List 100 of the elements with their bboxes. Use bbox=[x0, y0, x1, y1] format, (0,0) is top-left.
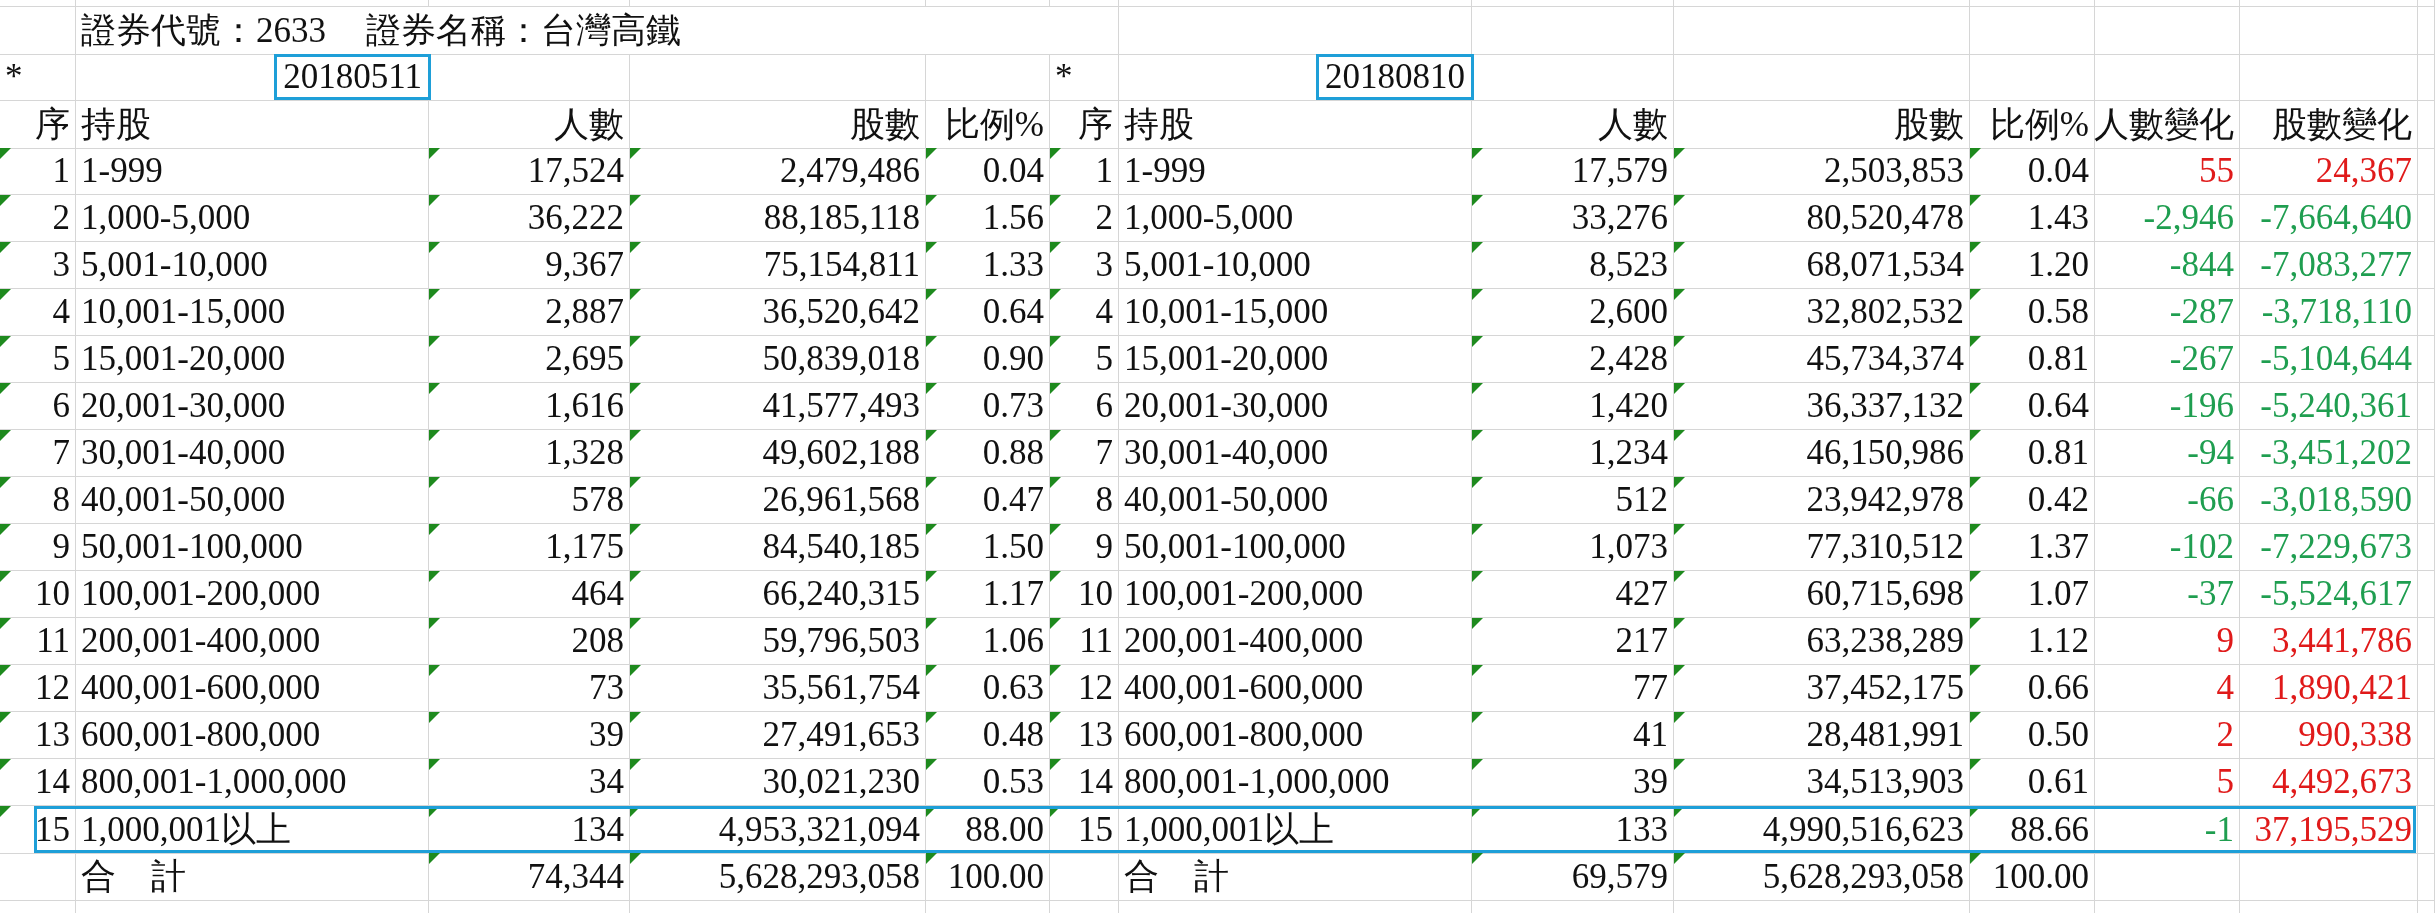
holding-range: 1,000,001以上 bbox=[81, 809, 291, 851]
holder-count: 217 bbox=[1615, 621, 1668, 661]
row-number: 15 bbox=[1078, 809, 1113, 850]
row-number: 11 bbox=[1079, 621, 1113, 661]
holder-count: 2,695 bbox=[545, 339, 624, 379]
holder-count: 39 bbox=[1633, 762, 1668, 802]
row-number: 14 bbox=[1078, 762, 1113, 802]
holding-range: 200,001-400,000 bbox=[1124, 621, 1364, 661]
percentage: 1.50 bbox=[982, 527, 1044, 567]
column-header: 序 bbox=[35, 104, 70, 146]
share-count: 36,520,642 bbox=[762, 292, 920, 332]
holder-count: 77 bbox=[1633, 668, 1668, 708]
holding-range: 200,001-400,000 bbox=[81, 621, 321, 661]
holding-range: 400,001-600,000 bbox=[81, 668, 321, 708]
share-count: 4,953,321,094 bbox=[718, 809, 920, 850]
holder-change: -844 bbox=[2169, 245, 2234, 285]
holder-count: 17,579 bbox=[1571, 151, 1668, 191]
row-number: 12 bbox=[1078, 668, 1113, 708]
share-count: 75,154,811 bbox=[763, 245, 920, 285]
column-header: 人數變化 bbox=[2094, 104, 2234, 146]
row-number: 5 bbox=[52, 339, 70, 379]
row-number: 11 bbox=[36, 621, 70, 661]
holding-range: 40,001-50,000 bbox=[1124, 480, 1329, 520]
stock-code: 證券代號：2633 bbox=[81, 10, 326, 52]
total-label: 合 計 bbox=[1124, 856, 1229, 898]
share-change: 37,195,529 bbox=[2254, 809, 2412, 850]
holder-count: 427 bbox=[1615, 574, 1668, 614]
share-count: 50,839,018 bbox=[762, 339, 920, 379]
holder-count: 2,887 bbox=[545, 292, 624, 332]
holder-count: 1,420 bbox=[1589, 386, 1668, 426]
column-header: 人數 bbox=[554, 104, 624, 146]
share-count: 41,577,493 bbox=[762, 386, 920, 426]
holding-range: 800,001-1,000,000 bbox=[81, 762, 347, 802]
percentage: 1.07 bbox=[2027, 574, 2089, 614]
holder-count: 1,175 bbox=[545, 527, 624, 567]
holder-count: 41 bbox=[1633, 715, 1668, 755]
percentage: 0.73 bbox=[982, 386, 1044, 426]
holder-count: 512 bbox=[1615, 480, 1668, 520]
row-number: 14 bbox=[35, 762, 70, 802]
share-count: 34,513,903 bbox=[1806, 762, 1964, 802]
holder-count: 1,073 bbox=[1589, 527, 1668, 567]
share-count: 5,628,293,058 bbox=[718, 856, 920, 897]
share-count: 27,491,653 bbox=[762, 715, 920, 755]
percentage: 0.64 bbox=[2027, 386, 2089, 426]
share-count: 5,628,293,058 bbox=[1762, 856, 1964, 897]
asterisk-marker: * bbox=[1055, 57, 1073, 97]
column-header: 股數 bbox=[1894, 104, 1964, 146]
share-count: 63,238,289 bbox=[1806, 621, 1964, 661]
share-count: 28,481,991 bbox=[1806, 715, 1964, 755]
holding-range: 40,001-50,000 bbox=[81, 480, 286, 520]
holder-count: 1,616 bbox=[545, 386, 624, 426]
row-number: 7 bbox=[52, 433, 70, 473]
share-change: 3,441,786 bbox=[2272, 621, 2412, 661]
holding-range: 400,001-600,000 bbox=[1124, 668, 1364, 708]
percentage: 100.00 bbox=[947, 856, 1044, 897]
share-count: 32,802,532 bbox=[1806, 292, 1964, 332]
holder-change: 5 bbox=[2216, 762, 2234, 802]
holder-count: 464 bbox=[571, 574, 624, 614]
percentage: 0.81 bbox=[2027, 339, 2089, 379]
percentage: 0.04 bbox=[2027, 151, 2089, 191]
row-number: 6 bbox=[1095, 386, 1113, 426]
share-change: 990,338 bbox=[2298, 715, 2412, 755]
holding-range: 30,001-40,000 bbox=[1124, 433, 1329, 473]
holder-count: 133 bbox=[1615, 809, 1668, 850]
holder-count: 33,276 bbox=[1571, 198, 1668, 238]
share-change: -5,104,644 bbox=[2260, 339, 2412, 379]
column-header: 持股 bbox=[1124, 104, 1194, 146]
holder-change: -1 bbox=[2204, 809, 2234, 850]
percentage: 1.37 bbox=[2027, 527, 2089, 567]
row-number: 3 bbox=[1095, 245, 1113, 285]
holding-range: 5,001-10,000 bbox=[81, 245, 268, 285]
share-count: 23,942,978 bbox=[1806, 480, 1964, 520]
row-number: 13 bbox=[35, 715, 70, 755]
percentage: 0.66 bbox=[2027, 668, 2089, 708]
holder-count: 74,344 bbox=[527, 856, 624, 897]
holder-change: -37 bbox=[2187, 574, 2234, 614]
row-number: 9 bbox=[1095, 527, 1113, 567]
holder-count: 34 bbox=[589, 762, 624, 802]
holder-count: 9,367 bbox=[545, 245, 624, 285]
holder-count: 39 bbox=[589, 715, 624, 755]
holder-change: 4 bbox=[2216, 668, 2234, 708]
share-count: 26,961,568 bbox=[762, 480, 920, 520]
share-count: 35,561,754 bbox=[762, 668, 920, 708]
share-count: 37,452,175 bbox=[1806, 668, 1964, 708]
holder-change: -66 bbox=[2187, 480, 2234, 520]
percentage: 0.58 bbox=[2027, 292, 2089, 332]
holding-range: 50,001-100,000 bbox=[1124, 527, 1346, 567]
share-change: 24,367 bbox=[2315, 151, 2412, 191]
holding-range: 600,001-800,000 bbox=[1124, 715, 1364, 755]
holding-range: 100,001-200,000 bbox=[81, 574, 321, 614]
percentage: 100.00 bbox=[1992, 856, 2089, 897]
share-change: -7,664,640 bbox=[2260, 198, 2412, 238]
row-number: 12 bbox=[35, 668, 70, 708]
holder-change: -267 bbox=[2169, 339, 2234, 379]
row-number: 1 bbox=[1095, 151, 1113, 191]
share-count: 4,990,516,623 bbox=[1762, 809, 1964, 850]
share-change: -7,229,673 bbox=[2260, 527, 2412, 567]
share-change: -7,083,277 bbox=[2260, 245, 2412, 285]
holder-count: 2,428 bbox=[1589, 339, 1668, 379]
date-label: 20180511 bbox=[274, 54, 431, 100]
